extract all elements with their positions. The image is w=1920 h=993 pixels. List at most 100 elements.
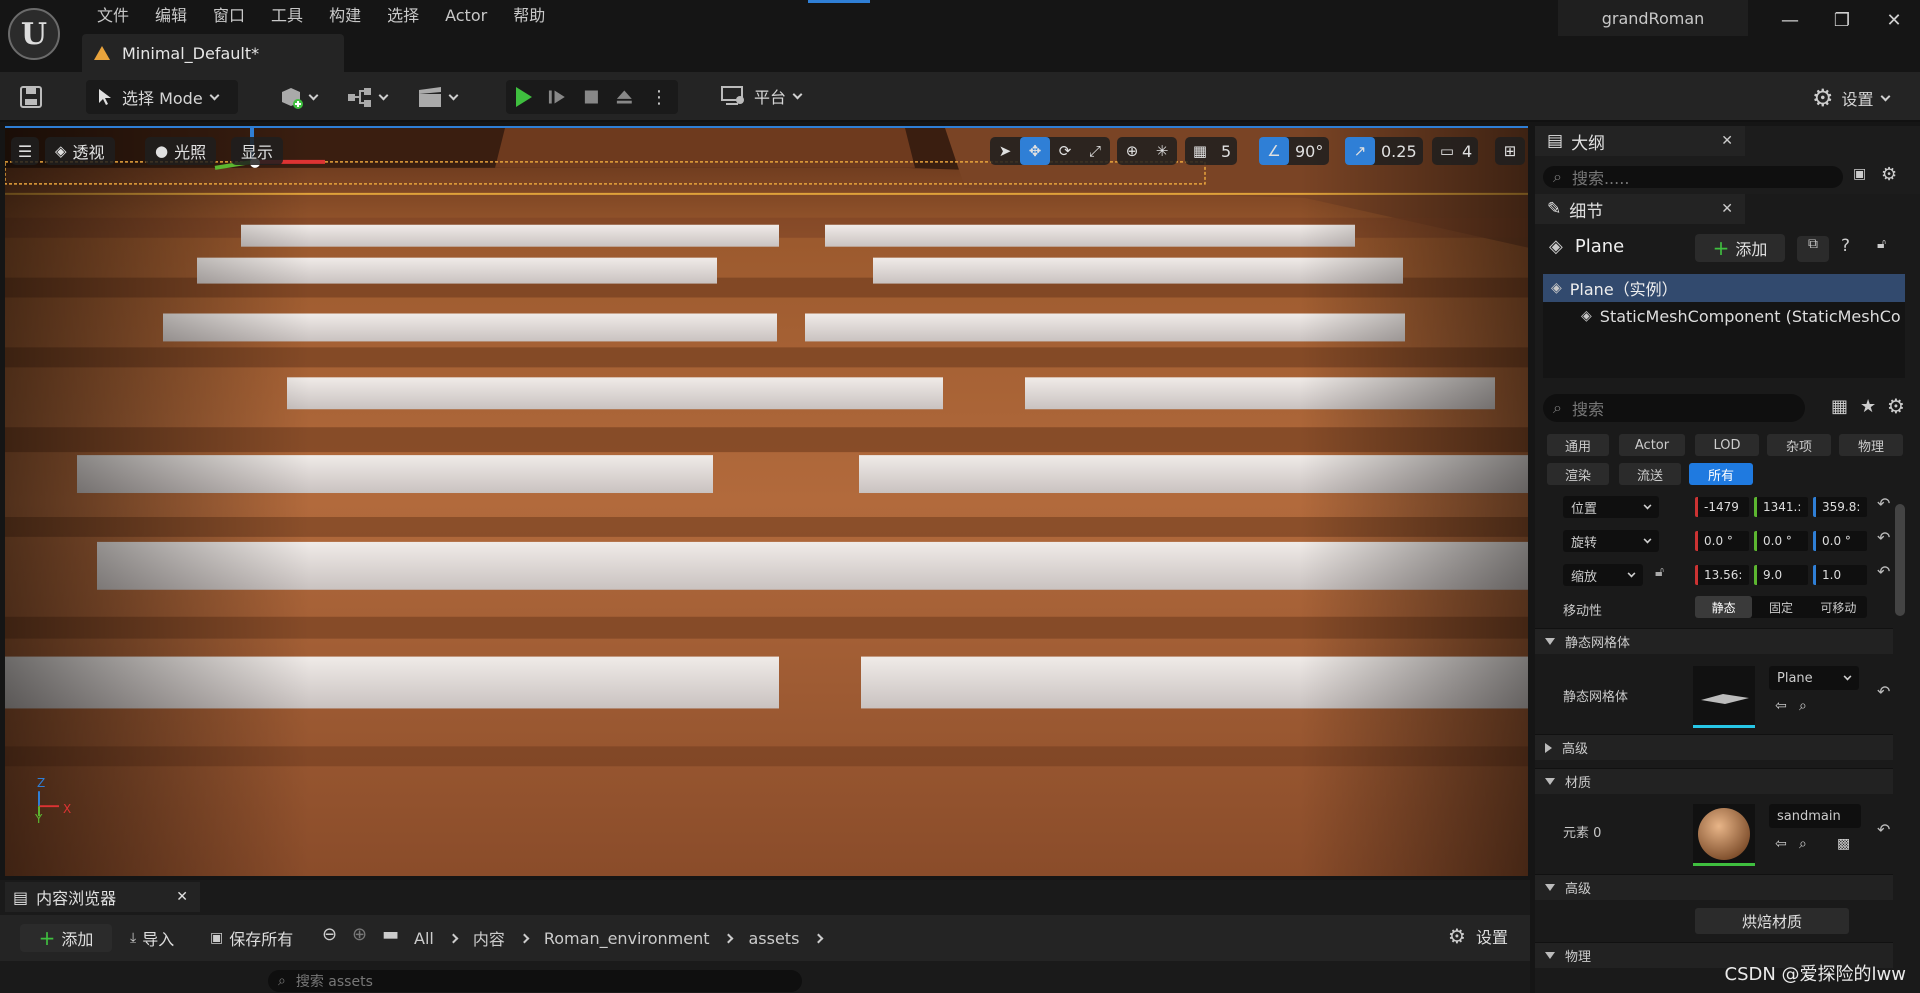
category-common[interactable]: 通用 (1547, 434, 1609, 456)
breadcrumb-content[interactable]: 内容 (473, 926, 505, 950)
scale-tool-icon[interactable]: ⤢ (1080, 137, 1110, 165)
folder-icon[interactable]: ▬ (382, 924, 399, 945)
mobility-static[interactable]: 静态 (1695, 596, 1753, 618)
category-rendering[interactable]: 渲染 (1547, 463, 1609, 485)
reset-icon[interactable]: ↶ (1877, 528, 1890, 547)
blueprint-icon[interactable]: ⧉ (1797, 236, 1829, 262)
help-icon[interactable]: ? (1841, 236, 1850, 256)
add-component-button[interactable]: + 添加 (1695, 234, 1785, 262)
details-search-input[interactable]: ⌕ 搜索 (1543, 394, 1805, 422)
tab-content-browser[interactable]: ▤ 内容浏览器 ✕ (5, 882, 200, 912)
select-tool-icon[interactable]: ➤ (990, 137, 1020, 165)
tab-level[interactable]: Minimal_Default* (82, 34, 344, 72)
scale-snap[interactable]: ↗ 0.25 (1345, 137, 1423, 165)
tab-outliner[interactable]: ▤ 大纲 ✕ (1535, 126, 1745, 156)
breadcrumb-roman-environment[interactable]: Roman_environment (544, 929, 710, 948)
scale-z-field[interactable]: 1.0 (1813, 565, 1867, 585)
minimize-button[interactable]: — (1770, 6, 1810, 34)
add-actor-button[interactable] (278, 84, 319, 110)
lock-icon[interactable]: 🔓︎ (1877, 236, 1886, 252)
close-button[interactable]: ✕ (1874, 6, 1914, 34)
surface-snap-icon[interactable]: ✳ (1147, 137, 1177, 165)
stop-icon[interactable] (583, 88, 600, 106)
close-icon[interactable]: ✕ (1721, 201, 1733, 217)
rotation-z-field[interactable]: 0.0 ° (1813, 531, 1867, 551)
chevron-right-icon[interactable] (448, 933, 459, 943)
section-advanced-material[interactable]: 高级 (1535, 874, 1893, 900)
static-mesh-thumbnail[interactable] (1693, 666, 1755, 728)
material-thumbnail[interactable] (1693, 804, 1755, 866)
settings-dropdown[interactable]: ⚙ 设置 (1812, 84, 1890, 112)
mode-dropdown[interactable]: 选择 Mode (86, 80, 238, 114)
cb-import-button[interactable]: ⤓ 导入 (130, 926, 174, 950)
reset-icon[interactable]: ↶ (1877, 494, 1890, 513)
checker-icon[interactable]: ▩ (1837, 836, 1850, 852)
grid-snap[interactable]: ▦ 5 (1185, 137, 1238, 165)
cb-add-button[interactable]: + 添加 (20, 924, 112, 952)
close-icon[interactable]: ✕ (176, 889, 188, 905)
use-selected-icon[interactable]: ⇦ (1775, 698, 1787, 714)
play-icon[interactable] (516, 87, 532, 107)
step-icon[interactable] (548, 87, 567, 107)
section-static-mesh[interactable]: 静态网格体 (1535, 628, 1893, 654)
rotation-mode-dropdown[interactable]: 旋转 (1563, 530, 1659, 552)
reset-icon[interactable]: ↶ (1877, 820, 1890, 839)
mobility-stationary[interactable]: 固定 (1752, 599, 1809, 616)
location-x-field[interactable]: -1479 (1695, 497, 1749, 517)
cb-search-input[interactable]: ⌕ 搜索 assets (268, 970, 802, 992)
location-y-field[interactable]: 1341.: (1754, 497, 1808, 517)
category-physics[interactable]: 物理 (1839, 434, 1903, 456)
breadcrumb-assets[interactable]: assets (748, 929, 799, 948)
more-options-icon[interactable]: ⋮ (650, 87, 668, 108)
use-selected-icon[interactable]: ⇦ (1775, 836, 1787, 852)
category-streaming[interactable]: 流送 (1619, 463, 1681, 485)
material-dropdown[interactable]: sandmain (1769, 804, 1861, 828)
chevron-right-icon[interactable] (724, 933, 734, 943)
scale-mode-dropdown[interactable]: 缩放 (1563, 564, 1643, 586)
blueprint-button[interactable] (346, 84, 389, 110)
rotation-snap[interactable]: ∠ 90° (1259, 137, 1330, 165)
unreal-logo-icon[interactable]: U (8, 8, 60, 60)
star-icon[interactable]: ★ (1860, 396, 1876, 417)
world-space-icon[interactable]: ⊕ (1117, 137, 1147, 165)
mobility-movable[interactable]: 可移动 (1810, 599, 1867, 616)
restore-button[interactable]: ❐ (1822, 6, 1862, 34)
viewport-layout-button[interactable]: ⊞ (1495, 137, 1525, 165)
close-icon[interactable]: ✕ (1721, 133, 1733, 149)
gear-icon[interactable]: ⚙ (1881, 164, 1897, 185)
details-scrollbar[interactable] (1895, 504, 1905, 616)
category-misc[interactable]: 杂项 (1767, 434, 1831, 456)
scale-y-field[interactable]: 9.0 (1754, 565, 1808, 585)
tree-row-child[interactable]: ◈ StaticMeshComponent (StaticMeshCo (1543, 302, 1905, 330)
tab-details[interactable]: ✎ 细节 ✕ (1535, 194, 1745, 224)
menu-file[interactable]: 文件 (84, 4, 142, 28)
menu-build[interactable]: 构建 (316, 4, 374, 28)
cinematics-button[interactable] (416, 84, 459, 110)
scale-x-field[interactable]: 13.56: (1695, 565, 1749, 585)
menu-window[interactable]: 窗口 (200, 4, 258, 28)
forward-icon[interactable]: ⊕ (352, 924, 367, 945)
reset-icon[interactable]: ↶ (1877, 682, 1890, 701)
back-icon[interactable]: ⊖ (322, 924, 337, 945)
reset-icon[interactable]: ↶ (1877, 562, 1890, 581)
bake-material-button[interactable]: 烘焙材质 (1695, 908, 1849, 934)
breadcrumb-all[interactable]: All (414, 929, 434, 948)
location-z-field[interactable]: 359.8: (1813, 497, 1867, 517)
menu-select[interactable]: 选择 (374, 4, 432, 28)
platform-dropdown[interactable]: 平台 (720, 84, 803, 108)
cb-save-all-button[interactable]: ▣ 保存所有 (210, 926, 293, 950)
cb-settings-button[interactable]: ⚙ 设置 (1448, 924, 1508, 948)
save-icon[interactable] (18, 84, 44, 110)
rotate-tool-icon[interactable]: ⟳ (1050, 137, 1080, 165)
perspective-button[interactable]: ◈ 透视 (45, 137, 115, 165)
rotation-x-field[interactable]: 0.0 ° (1695, 531, 1749, 551)
outliner-search-input[interactable]: ⌕ 搜索..... (1543, 166, 1843, 188)
menu-edit[interactable]: 编辑 (142, 4, 200, 28)
menu-tools[interactable]: 工具 (258, 4, 316, 28)
section-materials[interactable]: 材质 (1535, 768, 1893, 794)
lighting-button[interactable]: ● 光照 (145, 137, 217, 165)
gear-icon[interactable]: ⚙ (1887, 394, 1905, 418)
eject-icon[interactable] (615, 87, 634, 107)
static-mesh-dropdown[interactable]: Plane (1769, 666, 1859, 690)
translate-tool-icon[interactable]: ✥ (1020, 137, 1050, 165)
